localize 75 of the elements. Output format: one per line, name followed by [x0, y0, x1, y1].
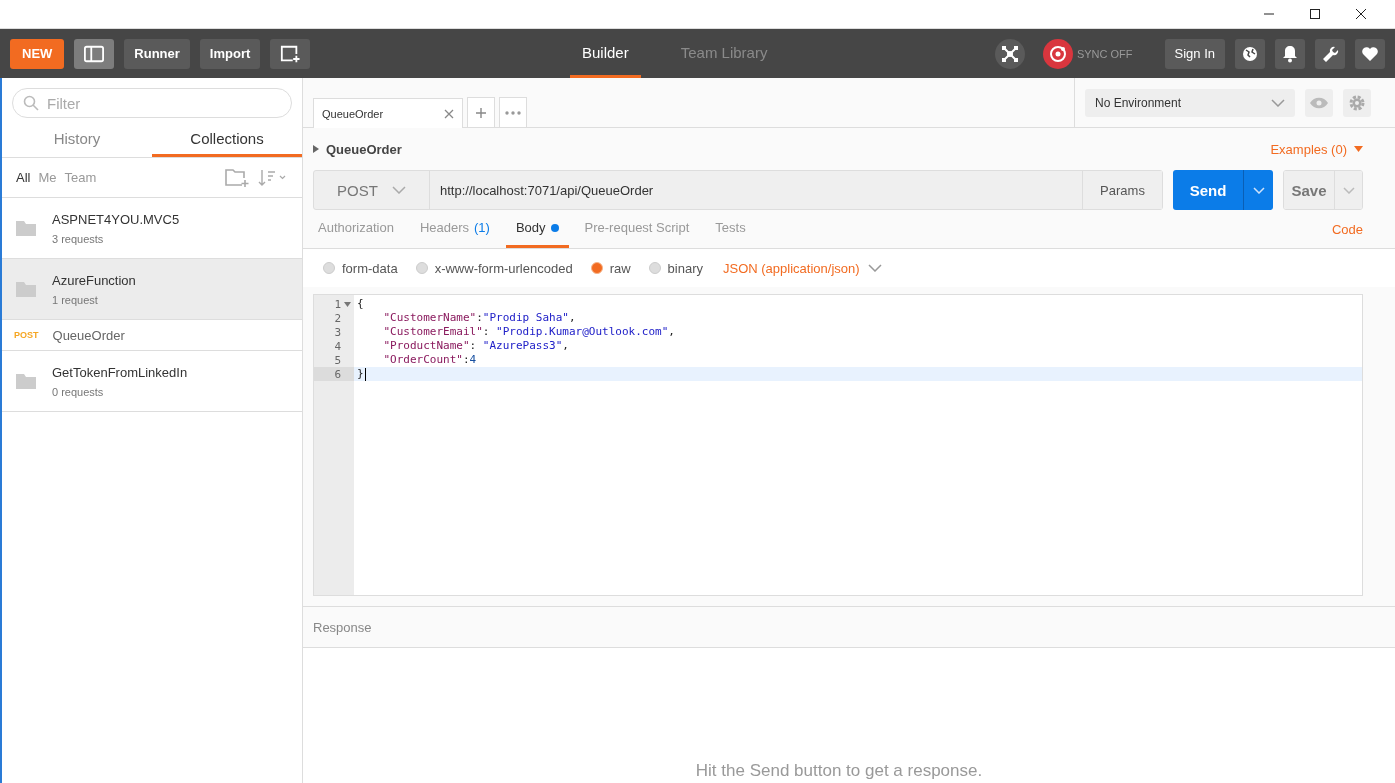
more-icon	[505, 110, 521, 115]
request-tab[interactable]: QueueOrder	[313, 98, 463, 128]
request-title: QueueOrder	[326, 141, 402, 157]
chevron-down-icon	[1252, 186, 1265, 194]
code-line: "CustomerEmail": "Prodip.Kumar@Outlook.com",	[382, 325, 675, 339]
code-line: "ProductName": "AzurePass3",	[382, 339, 569, 353]
code-line: "CustomerName":"Prodip Saha",	[382, 311, 576, 325]
collection-name: ASPNET4YOU.MVC5	[52, 211, 180, 227]
gear-icon	[1348, 93, 1366, 112]
sidebar-icon	[84, 44, 105, 63]
notifications-button[interactable]	[1275, 38, 1305, 69]
line-number: 3	[334, 325, 341, 339]
folder-icon	[16, 281, 36, 297]
environment-dropdown[interactable]: No Environment	[1085, 88, 1295, 117]
line-number: 2	[334, 311, 341, 325]
body-mode-radio[interactable]: x-www-form-urlencoded	[415, 260, 573, 276]
search-icon	[23, 95, 39, 111]
sign-in-button[interactable]: Sign In	[1164, 38, 1225, 69]
body-mode-radio[interactable]: raw	[590, 260, 631, 276]
expand-icon[interactable]	[313, 145, 319, 153]
collection-item[interactable]: GetTokenFromLinkedIn 0 requests	[2, 351, 302, 412]
heart-button[interactable]	[1355, 38, 1385, 69]
maximize-icon[interactable]	[1309, 8, 1321, 20]
send-options-button[interactable]	[1243, 170, 1273, 210]
body-mode-radio[interactable]: binary	[648, 260, 703, 276]
fold-icon[interactable]	[344, 301, 351, 307]
code-line: "OrderCount":4	[382, 353, 477, 367]
close-icon[interactable]	[1355, 8, 1367, 20]
code-line: {	[357, 297, 364, 311]
import-button[interactable]: Import	[199, 38, 261, 69]
collection-name: GetTokenFromLinkedIn	[52, 364, 188, 380]
heart-icon	[1361, 45, 1379, 62]
globe-icon	[1242, 45, 1258, 62]
code-editor[interactable]: 1 2 3 4 5 6 { "CustomerName":"Prodip Saha", "CustomerEmail": "Prodip.Kumar@Outlook.com", "ProductName": "AzurePass3", "OrderCount":4 }	[313, 294, 1363, 596]
code-line: }	[357, 367, 364, 381]
new-window-button[interactable]	[270, 38, 311, 69]
chevron-down-icon	[1271, 98, 1285, 107]
line-number: 1	[334, 297, 341, 311]
response-hint: Hit the Send button to get a response.	[695, 761, 983, 781]
sidebar-toggle-button[interactable]	[74, 38, 115, 69]
caret-icon	[1354, 146, 1363, 152]
request-item[interactable]: POST QueueOrder	[2, 320, 302, 351]
owner-filter[interactable]: All	[16, 170, 31, 185]
request-name: QueueOrder	[52, 327, 125, 343]
sync-button[interactable]	[1042, 38, 1073, 69]
chevron-down-icon	[1342, 186, 1355, 194]
folder-icon	[16, 373, 36, 389]
request-count: 3 requests	[52, 232, 105, 245]
collection-name: AzureFunction	[52, 272, 136, 288]
request-count: 0 requests	[52, 385, 105, 398]
chevron-down-icon	[867, 264, 882, 272]
line-number: 5	[334, 353, 341, 367]
new-window-icon	[280, 43, 301, 64]
sync-icon	[1047, 43, 1068, 64]
body-mode-radio[interactable]: form-data	[323, 260, 398, 276]
request-count: 1 request	[52, 293, 99, 306]
response-label: Response	[313, 619, 372, 635]
plus-icon	[476, 107, 486, 118]
bell-icon	[1282, 44, 1298, 63]
runner-button[interactable]: Runner	[124, 38, 190, 69]
sync-status: SYNC OFF	[1076, 47, 1133, 60]
save-button[interactable]: Save	[1284, 171, 1334, 209]
globe-button[interactable]	[1235, 38, 1265, 69]
send-button[interactable]: Send	[1173, 170, 1243, 210]
settings-button[interactable]	[1315, 38, 1345, 69]
request-section-tab[interactable]: Headers (1)	[409, 210, 500, 248]
interceptor-button[interactable]	[994, 38, 1025, 69]
eye-icon	[1309, 96, 1329, 109]
folder-icon	[16, 220, 36, 236]
sidebar-tab[interactable]: History	[2, 122, 152, 157]
wrench-icon	[1321, 44, 1339, 63]
line-number: 4	[334, 339, 341, 353]
line-number: 6	[334, 367, 341, 381]
collection-item[interactable]: AzureFunction 1 request	[2, 259, 302, 320]
method-label: POST	[14, 330, 39, 340]
